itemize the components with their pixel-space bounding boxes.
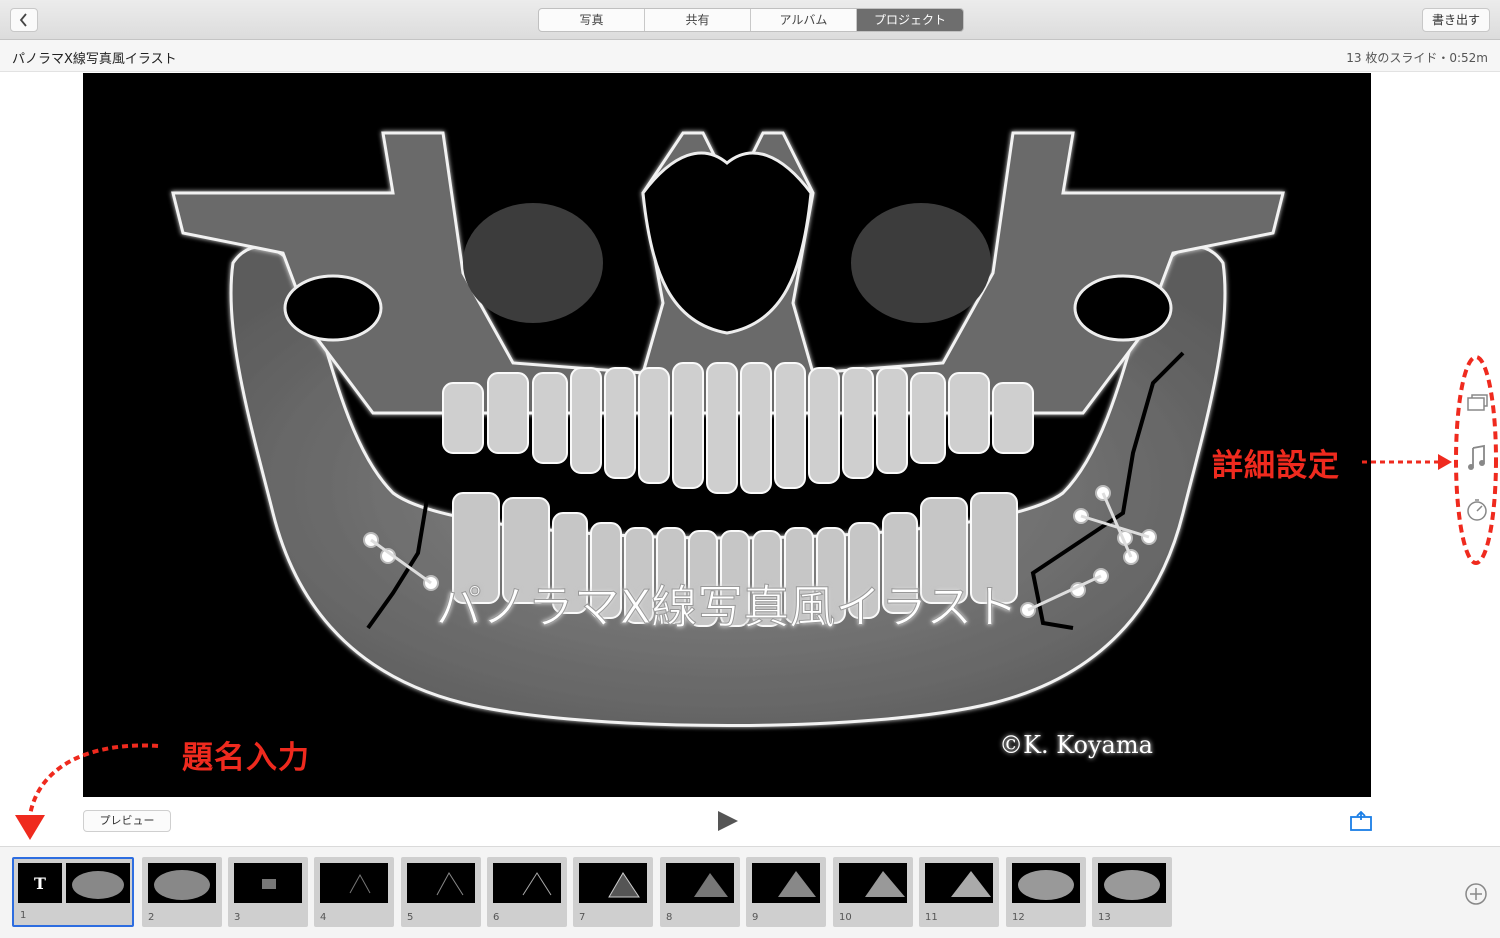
thumbnail-image [1098, 863, 1166, 903]
slide-thumbnail-2[interactable]: 2 [142, 857, 222, 927]
thumbnail-image [407, 863, 475, 903]
slide-number: 10 [839, 912, 852, 923]
slide-number: 2 [148, 912, 155, 923]
plus-circle-icon [1465, 883, 1487, 905]
add-slide-button[interactable] [1464, 882, 1488, 906]
title-annotation-label: 題名入力 [182, 740, 310, 776]
slide-filmstrip: T 1 2 3 4 5 6 7 8 9 10 11 12 13 [0, 846, 1500, 938]
slide-thumbnail-10[interactable]: 10 [833, 857, 913, 927]
slide-thumbnail-7[interactable]: 7 [573, 857, 653, 927]
slide-number: 6 [493, 912, 500, 923]
slide-number: 12 [1012, 912, 1025, 923]
slide-thumbnail-12[interactable]: 12 [1006, 857, 1086, 927]
thumbnail-image [1012, 863, 1080, 903]
title-slide-marker: T [18, 863, 62, 903]
slide-thumbnail-11[interactable]: 11 [919, 857, 999, 927]
slide-number: 8 [666, 912, 673, 923]
title-arrow [28, 743, 159, 816]
thumbnail-image [234, 863, 302, 903]
thumbnail-image [666, 863, 734, 903]
settings-annotation-label: 詳細設定 [1212, 448, 1340, 484]
slide-number: 1 [20, 910, 27, 921]
thumbnail-image [752, 863, 820, 903]
thumbnail-image [493, 863, 561, 903]
slide-number: 9 [752, 912, 759, 923]
thumbnail-image [839, 863, 907, 903]
slide-thumbnail-8[interactable]: 8 [660, 857, 740, 927]
thumbnail-image [148, 863, 216, 903]
thumbnail-image [320, 863, 388, 903]
slide-thumbnail-13[interactable]: 13 [1092, 857, 1172, 927]
slide-thumbnail-4[interactable]: 4 [314, 857, 394, 927]
thumbnail-image [925, 863, 993, 903]
slide-number: 7 [579, 912, 586, 923]
thumbnail-image [66, 863, 130, 903]
slide-thumbnail-3[interactable]: 3 [228, 857, 308, 927]
slide-number: 13 [1098, 912, 1111, 923]
slide-thumbnail-1[interactable]: T 1 [12, 857, 134, 927]
thumbnail-image [579, 863, 647, 903]
slide-thumbnail-6[interactable]: 6 [487, 857, 567, 927]
slide-number: 5 [407, 912, 414, 923]
slide-thumbnail-5[interactable]: 5 [401, 857, 481, 927]
slide-thumbnail-9[interactable]: 9 [746, 857, 826, 927]
settings-highlight-circle [1454, 355, 1498, 565]
slide-number: 4 [320, 912, 327, 923]
slide-number: 11 [925, 912, 938, 923]
slide-number: 3 [234, 912, 241, 923]
